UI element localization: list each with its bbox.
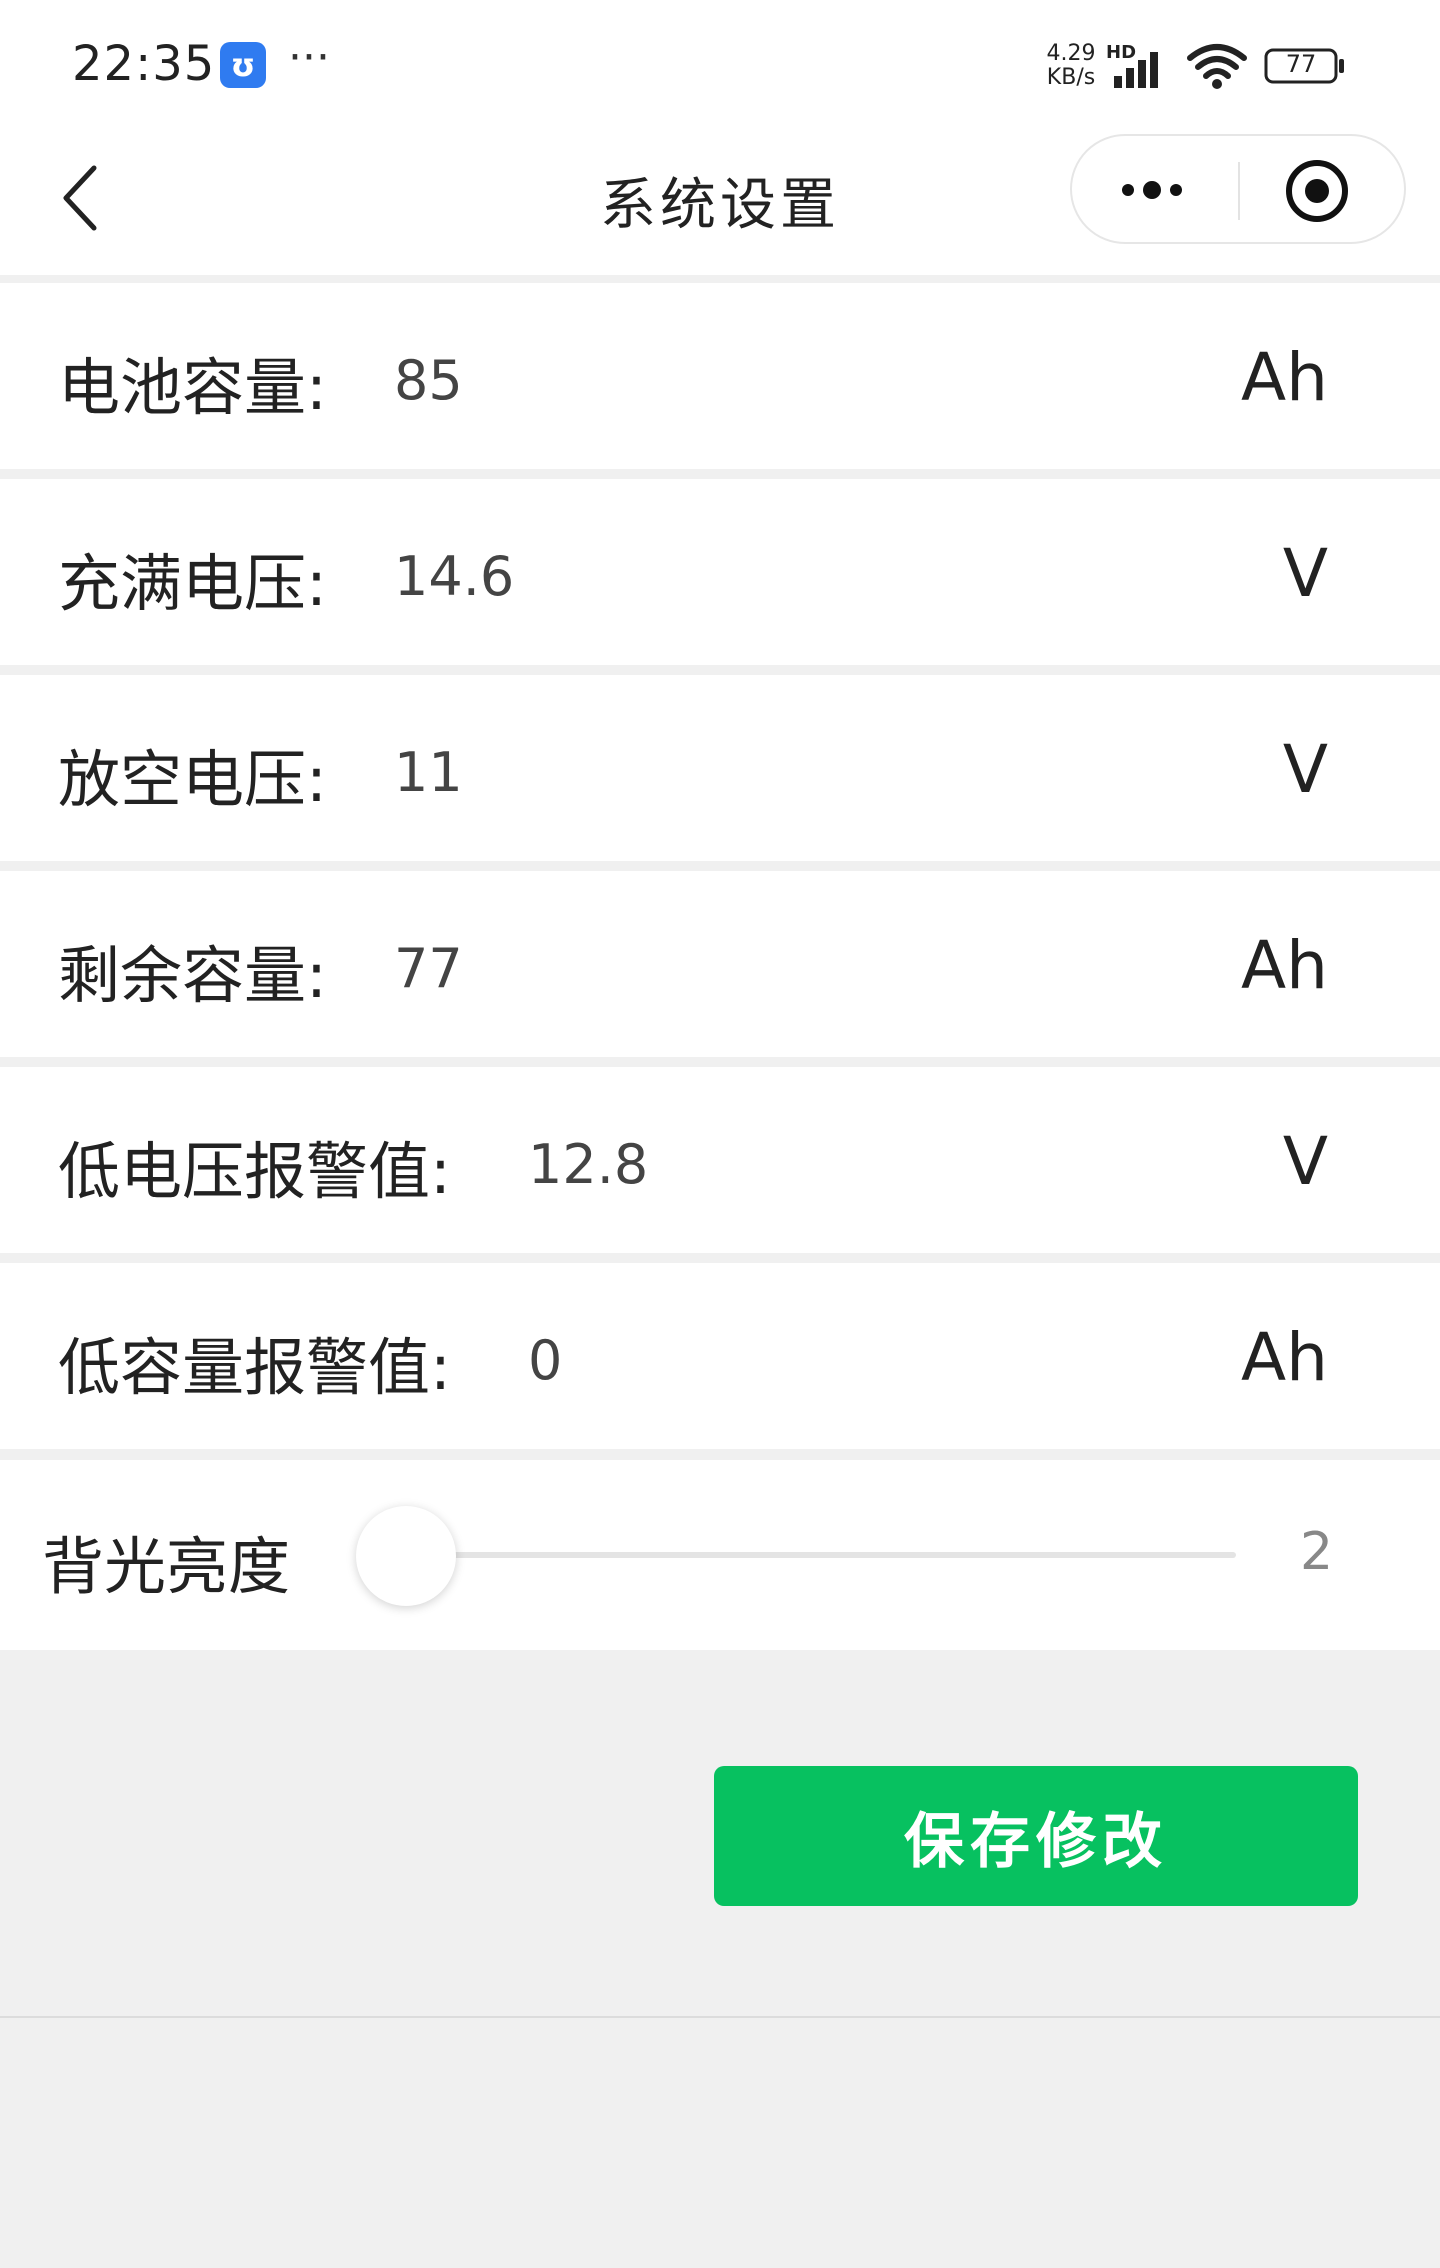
setting-label: 充满电压: xyxy=(58,547,327,620)
setting-unit: V xyxy=(1282,1123,1328,1200)
setting-label: 放空电压: xyxy=(58,743,327,816)
setting-row-low-capacity-alarm: 低容量报警值: 0 Ah xyxy=(0,1263,1440,1449)
setting-value-input[interactable]: 11 xyxy=(394,741,463,804)
status-more-icon: ··· xyxy=(288,32,330,83)
setting-value-input[interactable]: 77 xyxy=(394,937,463,1000)
nav-bar: 系统设置 xyxy=(0,130,1440,275)
setting-unit: V xyxy=(1282,535,1328,612)
setting-label: 低电压报警值: xyxy=(58,1135,451,1208)
capsule-divider xyxy=(1238,162,1240,220)
backlight-slider-thumb[interactable] xyxy=(356,1506,456,1606)
mini-program-capsule xyxy=(1070,134,1406,244)
app-notification-icon: ʊ xyxy=(220,42,266,88)
backlight-label: 背光亮度 xyxy=(42,1530,291,1603)
signal-icon xyxy=(1114,52,1158,88)
network-speed-value: 4.29 xyxy=(1046,41,1096,66)
more-dots-icon[interactable] xyxy=(1112,164,1192,216)
close-circle-icon[interactable] xyxy=(1284,158,1350,224)
backlight-value: 2 xyxy=(1300,1522,1334,1582)
setting-label: 剩余容量: xyxy=(58,939,327,1012)
bottom-divider xyxy=(0,2016,1440,2018)
status-time: 22:35 xyxy=(72,36,216,92)
setting-row-full-voltage: 充满电压: 14.6 V xyxy=(0,479,1440,665)
setting-unit: Ah xyxy=(1241,927,1328,1004)
setting-row-battery-capacity: 电池容量: 85 Ah xyxy=(0,283,1440,469)
status-bar: 22:35 ʊ ··· 4.29 KB/s HD 77 xyxy=(0,0,1440,130)
network-speed: 4.29 KB/s xyxy=(1038,42,1104,90)
setting-unit: Ah xyxy=(1241,339,1328,416)
setting-value-input[interactable]: 12.8 xyxy=(528,1133,648,1196)
setting-row-remaining-capacity: 剩余容量: 77 Ah xyxy=(0,871,1440,1057)
setting-value-input[interactable]: 14.6 xyxy=(394,545,514,608)
network-speed-unit: KB/s xyxy=(1046,65,1096,90)
setting-row-backlight: 背光亮度 2 xyxy=(0,1460,1440,1650)
setting-label: 电池容量: xyxy=(58,351,327,424)
wifi-icon xyxy=(1187,44,1247,89)
setting-unit: V xyxy=(1282,731,1328,808)
setting-row-low-voltage-alarm: 低电压报警值: 12.8 V xyxy=(0,1067,1440,1253)
setting-value-input[interactable]: 0 xyxy=(528,1329,562,1392)
battery-level: 77 xyxy=(1285,50,1317,78)
save-button[interactable]: 保存修改 xyxy=(714,1766,1358,1906)
setting-row-empty-voltage: 放空电压: 11 V xyxy=(0,675,1440,861)
setting-label: 低容量报警值: xyxy=(58,1331,451,1404)
battery-indicator: 77 xyxy=(1264,48,1346,84)
backlight-slider-track[interactable] xyxy=(360,1552,1236,1558)
setting-unit: Ah xyxy=(1241,1319,1328,1396)
setting-value-input[interactable]: 85 xyxy=(394,349,463,412)
